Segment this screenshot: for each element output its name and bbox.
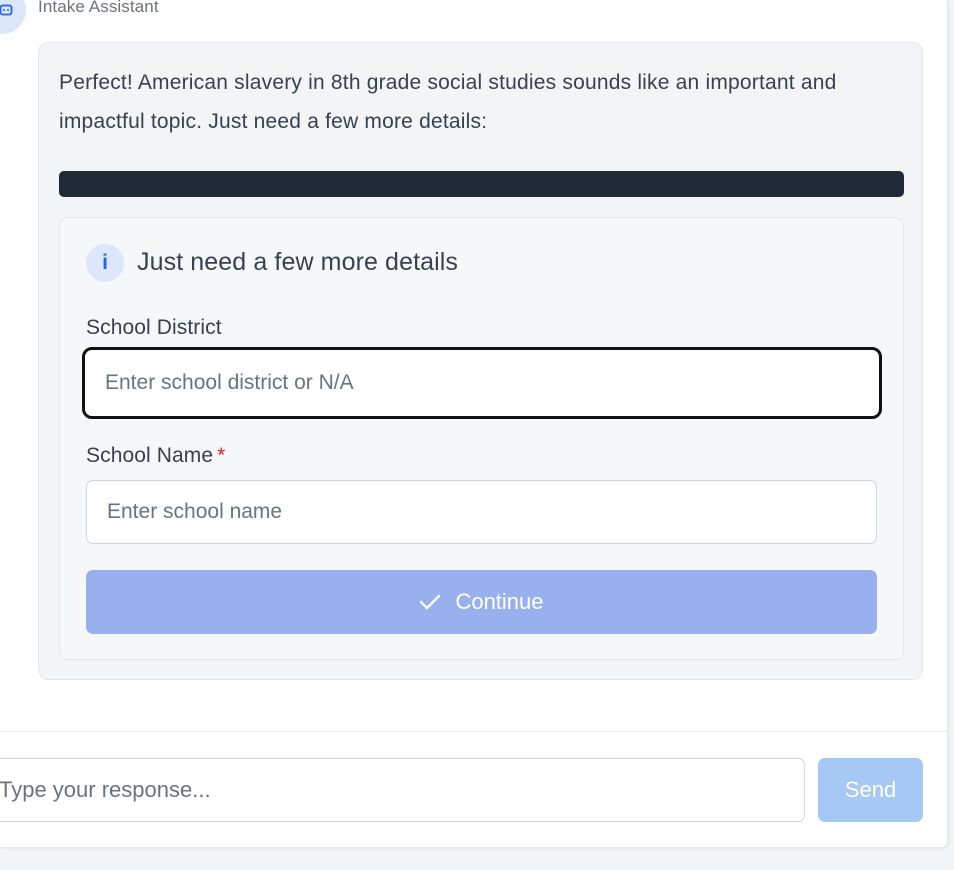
form-title: Just need a few more details [137, 248, 459, 276]
school-district-input[interactable] [82, 347, 882, 419]
composer-divider [0, 731, 947, 732]
assistant-avatar [0, 0, 26, 34]
school-district-label-text: School District [86, 316, 222, 339]
assistant-message-bubble: Perfect! American slavery in 8th grade s… [38, 42, 923, 680]
assistant-message-text: Perfect! American slavery in 8th grade s… [59, 71, 837, 133]
school-name-label-text: School Name [86, 444, 214, 467]
school-district-label: School District [86, 316, 222, 340]
chat-panel: Intake Assistant Perfect! American slave… [0, 0, 948, 848]
sender-name: Intake Assistant [38, 0, 159, 16]
details-form-card: i Just need a few more details School Di… [59, 217, 904, 660]
send-button[interactable]: Send [818, 758, 923, 822]
info-icon: i [86, 244, 124, 282]
school-name-label: School Name * [86, 444, 225, 468]
continue-button[interactable]: Continue [86, 570, 877, 634]
school-name-input[interactable] [86, 480, 877, 544]
bot-icon [0, 4, 13, 16]
message-divider-bar [59, 171, 904, 197]
response-input[interactable] [0, 758, 805, 822]
continue-label: Continue [455, 589, 544, 614]
check-icon [420, 594, 441, 610]
required-asterisk: * [217, 444, 226, 467]
